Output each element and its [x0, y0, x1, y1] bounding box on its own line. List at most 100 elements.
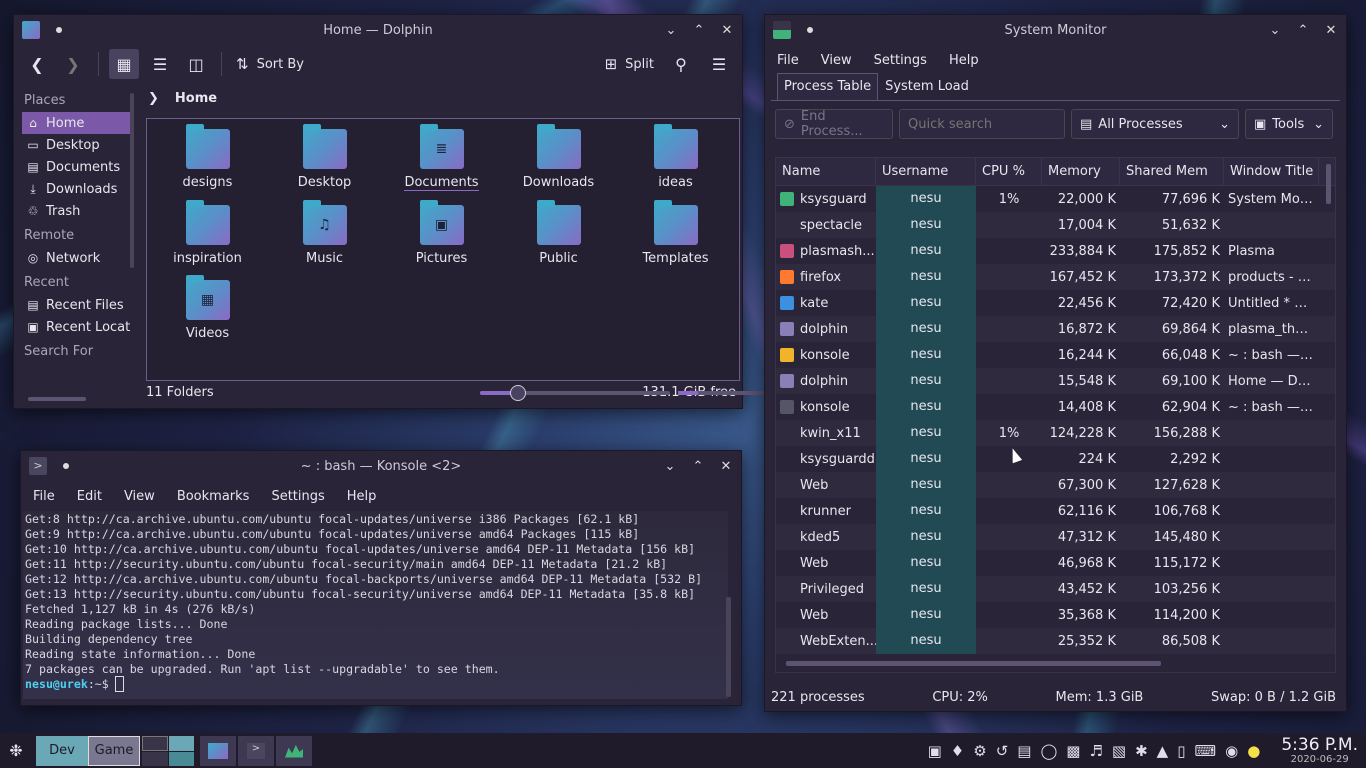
minimize-button[interactable]: ⌄: [663, 459, 677, 474]
table-row[interactable]: kwin_x11 nesu 1% 124,228 K 156,288 K: [776, 420, 1335, 446]
table-row[interactable]: firefox nesu 167,452 K 173,372 K products - …: [776, 264, 1335, 290]
table-row[interactable]: kded5 nesu 47,312 K 145,480 K: [776, 524, 1335, 550]
end-process-button[interactable]: ⊘ End Process...: [775, 109, 893, 139]
pin-icon[interactable]: [807, 27, 813, 33]
pin-icon[interactable]: [63, 463, 69, 469]
task-dolphin[interactable]: [200, 735, 236, 766]
forward-button[interactable]: ❯: [58, 49, 88, 79]
table-row[interactable]: Privileged nesu 43,452 K 103,256 K: [776, 576, 1335, 602]
column-header-name[interactable]: Name: [776, 158, 876, 185]
dolphin-titlebar[interactable]: Home — Dolphin ⌄ ⌃ ✕: [14, 15, 742, 45]
table-row[interactable]: Web nesu 67,300 K 127,628 K: [776, 472, 1335, 498]
terminal-output[interactable]: Get:8 http://ca.archive.ubuntu.com/ubunt…: [23, 511, 728, 699]
battery-icon[interactable]: ▧: [1112, 742, 1126, 760]
terminal-prompt-line[interactable]: nesu@urek:~$: [25, 676, 728, 692]
task-konsole[interactable]: >: [238, 735, 274, 766]
breadcrumb-arrow-icon[interactable]: ❯: [148, 91, 159, 106]
table-row[interactable]: dolphin nesu 16,872 K 69,864 K plasma_them..…: [776, 316, 1335, 342]
keyboard-icon[interactable]: ⌨: [1194, 742, 1216, 760]
desktop-1[interactable]: [142, 735, 168, 751]
sort-by-button[interactable]: ⇅ Sort By: [232, 49, 308, 79]
weather-icon[interactable]: ●: [1247, 742, 1260, 760]
folder-item[interactable]: ≣ Documents: [383, 124, 500, 191]
folder-item[interactable]: Public: [500, 200, 617, 266]
places-scrollbar[interactable]: [130, 93, 134, 268]
updates-icon[interactable]: ↺: [996, 742, 1009, 760]
column-header-cpu-[interactable]: CPU %: [976, 158, 1042, 185]
places-item-documents[interactable]: ▤ Documents: [22, 156, 132, 178]
konsole-menu-settings[interactable]: Settings: [271, 489, 324, 504]
task-system-monitor[interactable]: [276, 735, 312, 766]
konsole-menu-view[interactable]: View: [124, 489, 155, 504]
notifications-icon[interactable]: ♦: [951, 742, 964, 760]
tab-system-load[interactable]: System Load: [878, 73, 976, 100]
sysmon-menu-settings[interactable]: Settings: [874, 53, 927, 68]
details-view-button[interactable]: ◫: [181, 49, 211, 79]
close-button[interactable]: ✕: [719, 459, 733, 474]
places-item-trash[interactable]: ♲ Trash: [22, 200, 132, 222]
column-header-username[interactable]: Username: [876, 158, 976, 185]
table-row[interactable]: krunner nesu 62,116 K 106,768 K: [776, 498, 1335, 524]
zoom-slider[interactable]: [480, 385, 670, 401]
wifi-icon[interactable]: ◉: [1225, 742, 1238, 760]
konsole-titlebar[interactable]: > ~ : bash — Konsole <2> ⌄ ⌃ ✕: [21, 451, 741, 481]
icons-view-button[interactable]: ▦: [109, 49, 139, 79]
places-item-recent-locat[interactable]: ▣ Recent Locat: [22, 316, 132, 338]
table-row[interactable]: dolphin nesu 15,548 K 69,100 K Home — Dol...: [776, 368, 1335, 394]
app-launcher-button[interactable]: ❉: [0, 736, 32, 766]
pin-icon[interactable]: [56, 27, 62, 33]
quick-search-input[interactable]: [899, 109, 1065, 139]
desktop-4[interactable]: [168, 752, 194, 766]
tab-process-table[interactable]: Process Table: [777, 73, 879, 100]
folder-item[interactable]: ▣ Pictures: [383, 200, 500, 266]
close-button[interactable]: ✕: [1324, 23, 1338, 38]
places-item-home[interactable]: ⌂ Home: [22, 112, 132, 134]
breadcrumb-home[interactable]: Home: [175, 91, 217, 106]
process-table-vscrollbar[interactable]: [1326, 164, 1331, 204]
kde-connect-icon[interactable]: ⚙: [973, 742, 986, 760]
desktop-3[interactable]: [142, 752, 168, 766]
table-row[interactable]: plasmash... nesu 233,884 K 175,852 K Plasma: [776, 238, 1335, 264]
table-row[interactable]: WebExten... nesu 25,352 K 86,508 K: [776, 628, 1335, 654]
disks-icon[interactable]: ▩: [1066, 742, 1080, 760]
places-item-downloads[interactable]: ⤓ Downloads: [22, 178, 132, 200]
table-row[interactable]: Web nesu 35,368 K 114,200 K: [776, 602, 1335, 628]
digital-clock[interactable]: 5:36 P.M. 2020-06-29: [1281, 736, 1358, 765]
maximize-button[interactable]: ⌃: [691, 459, 705, 474]
sysmon-menu-view[interactable]: View: [821, 53, 852, 68]
konsole-menu-file[interactable]: File: [33, 489, 55, 504]
maximize-button[interactable]: ⌃: [1296, 23, 1310, 38]
maximize-button[interactable]: ⌃: [692, 23, 706, 38]
table-row[interactable]: konsole nesu 16,244 K 66,048 K ~ : bash — Ko…: [776, 342, 1335, 368]
volume-icon[interactable]: ♬: [1089, 742, 1102, 760]
folder-item[interactable]: Desktop: [266, 124, 383, 191]
split-button[interactable]: ⊞ Split: [601, 49, 658, 79]
table-row[interactable]: Web nesu 46,968 K 115,172 K: [776, 550, 1335, 576]
places-item-recent-files[interactable]: ▤ Recent Files: [22, 294, 132, 316]
terminal-scrollbar[interactable]: [726, 597, 731, 697]
places-item-network[interactable]: ◎ Network: [22, 247, 132, 269]
places-hscrollbar[interactable]: [28, 397, 86, 401]
folder-item[interactable]: ▦ Videos: [149, 275, 266, 341]
konsole-menu-edit[interactable]: Edit: [77, 489, 102, 504]
phone-icon[interactable]: ▯: [1177, 742, 1185, 760]
tools-button[interactable]: ▣ Tools ⌄: [1245, 109, 1333, 139]
table-row[interactable]: kate nesu 22,456 K 72,420 K Untitled * — ...: [776, 290, 1335, 316]
folder-item[interactable]: Templates: [617, 200, 734, 266]
column-header-memory[interactable]: Memory: [1042, 158, 1120, 185]
column-header-shared-mem[interactable]: Shared Mem: [1120, 158, 1224, 185]
konsole-menu-help[interactable]: Help: [347, 489, 377, 504]
places-item-desktop[interactable]: ▭ Desktop: [22, 134, 132, 156]
activity-dev[interactable]: Dev: [36, 735, 88, 766]
process-table-hscrollbar[interactable]: [786, 661, 1161, 666]
table-row[interactable]: konsole nesu 14,408 K 62,904 K ~ : bash — Ko…: [776, 394, 1335, 420]
file-view[interactable]: designs Desktop ≣ Documents Downloads ideas in…: [146, 118, 740, 381]
folder-item[interactable]: ideas: [617, 124, 734, 191]
display-config-icon[interactable]: ▣: [928, 742, 942, 760]
usb-icon[interactable]: ▲: [1157, 742, 1169, 760]
close-button[interactable]: ✕: [720, 23, 734, 38]
folder-item[interactable]: inspiration: [149, 200, 266, 266]
folder-item[interactable]: Downloads: [500, 124, 617, 191]
table-row[interactable]: spectacle nesu 17,004 K 51,632 K: [776, 212, 1335, 238]
sysmon-titlebar[interactable]: System Monitor ⌄ ⌃ ✕: [765, 15, 1346, 45]
